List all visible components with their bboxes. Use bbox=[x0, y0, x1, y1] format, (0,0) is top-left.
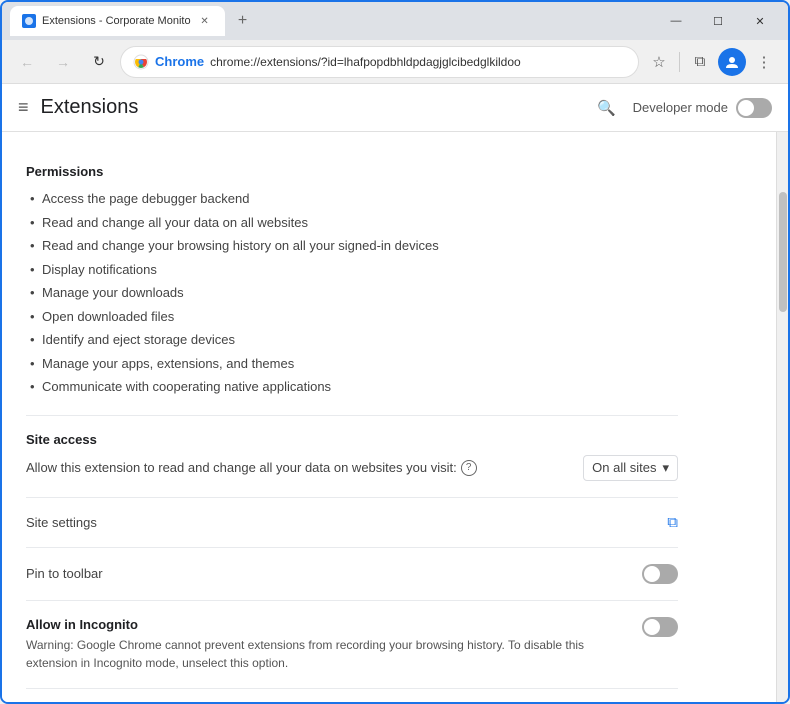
extensions-button[interactable]: ⧉ bbox=[686, 48, 714, 76]
search-icon[interactable]: 🔍 bbox=[593, 94, 621, 122]
address-text: chrome://extensions/?id=lhafpopdbhldpdag… bbox=[210, 55, 521, 69]
pin-toolbar-label: Pin to toolbar bbox=[26, 566, 103, 581]
chrome-brand-label: Chrome bbox=[155, 54, 204, 69]
profile-button[interactable] bbox=[718, 48, 746, 76]
permissions-list: Access the page debugger backend Read an… bbox=[26, 187, 678, 399]
toggle-knob bbox=[644, 566, 660, 582]
incognito-toggle[interactable] bbox=[642, 617, 678, 637]
site-settings-section: Site settings ⧉ bbox=[26, 498, 678, 548]
scrollbar-thumb[interactable] bbox=[779, 192, 787, 312]
extensions-header: ≡ Extensions 🔍 Developer mode bbox=[2, 84, 788, 132]
tab-favicon bbox=[22, 14, 36, 28]
list-item: Display notifications bbox=[26, 258, 678, 282]
content-area: Permissions Access the page debugger bac… bbox=[2, 132, 776, 702]
toggle-knob bbox=[644, 619, 660, 635]
window-controls: — ☐ ✕ bbox=[656, 7, 780, 35]
minimize-button[interactable]: — bbox=[656, 7, 696, 35]
site-settings-row: Site settings ⧉ bbox=[26, 514, 678, 531]
tab-title: Extensions - Corporate Monito bbox=[42, 15, 191, 27]
title-bar: Extensions - Corporate Monito ✕ + — ☐ ✕ bbox=[2, 2, 788, 40]
site-access-title: Site access bbox=[26, 432, 678, 447]
maximize-button[interactable]: ☐ bbox=[698, 7, 738, 35]
pin-toolbar-section: Pin to toolbar bbox=[26, 548, 678, 601]
site-access-row: Allow this extension to read and change … bbox=[26, 455, 678, 481]
navigation-bar: ← → ↻ Chrome chrome://extensions/?id=lha… bbox=[2, 40, 788, 84]
developer-mode-area: Developer mode bbox=[633, 98, 772, 118]
incognito-section: Allow in Incognito Warning: Google Chrom… bbox=[26, 601, 678, 689]
developer-mode-label: Developer mode bbox=[633, 100, 728, 115]
address-bar[interactable]: Chrome chrome://extensions/?id=lhafpopdb… bbox=[120, 46, 639, 78]
list-item: Read and change all your data on all web… bbox=[26, 211, 678, 235]
site-access-dropdown[interactable]: On all sites ▾ bbox=[583, 455, 678, 481]
list-item: Open downloaded files bbox=[26, 305, 678, 329]
chrome-logo-icon bbox=[133, 54, 149, 70]
incognito-text-block: Allow in Incognito Warning: Google Chrom… bbox=[26, 617, 642, 672]
site-settings-label: Site settings bbox=[26, 515, 97, 530]
back-button[interactable]: ← bbox=[12, 47, 42, 77]
list-item: Access the page debugger backend bbox=[26, 187, 678, 211]
help-icon[interactable]: ? bbox=[461, 460, 477, 476]
refresh-button[interactable]: ↻ bbox=[84, 47, 114, 77]
permissions-title: Permissions bbox=[26, 164, 678, 179]
toggle-knob bbox=[738, 100, 754, 116]
list-item: Manage your apps, extensions, and themes bbox=[26, 352, 678, 376]
bookmark-button[interactable]: ☆ bbox=[645, 48, 673, 76]
hamburger-menu-icon[interactable]: ≡ bbox=[18, 97, 29, 118]
scrollbar-track[interactable] bbox=[776, 132, 788, 702]
forward-button[interactable]: → bbox=[48, 47, 78, 77]
nav-right-icons: ☆ ⧉ ⋮ bbox=[645, 48, 778, 76]
site-access-description: Allow this extension to read and change … bbox=[26, 460, 575, 476]
tab-bar: Extensions - Corporate Monito ✕ + bbox=[10, 6, 650, 36]
list-item: Communicate with cooperating native appl… bbox=[26, 375, 678, 399]
file-urls-section: Allow access to file URLs bbox=[26, 689, 678, 703]
external-link-icon[interactable]: ⧉ bbox=[667, 514, 678, 531]
close-button[interactable]: ✕ bbox=[740, 7, 780, 35]
tab-close-button[interactable]: ✕ bbox=[197, 13, 213, 29]
active-tab[interactable]: Extensions - Corporate Monito ✕ bbox=[10, 6, 225, 36]
profile-icon bbox=[724, 54, 740, 70]
incognito-warning: Warning: Google Chrome cannot prevent ex… bbox=[26, 636, 602, 672]
list-item: Identify and eject storage devices bbox=[26, 328, 678, 352]
extension-detail: Permissions Access the page debugger bac… bbox=[2, 132, 702, 702]
permissions-section: Permissions Access the page debugger bac… bbox=[26, 148, 678, 416]
site-access-section: Site access Allow this extension to read… bbox=[26, 416, 678, 498]
new-tab-button[interactable]: + bbox=[229, 7, 257, 35]
incognito-row: Allow in Incognito Warning: Google Chrom… bbox=[26, 617, 678, 672]
browser-window: Extensions - Corporate Monito ✕ + — ☐ ✕ … bbox=[0, 0, 790, 704]
pin-toolbar-toggle[interactable] bbox=[642, 564, 678, 584]
list-item: Read and change your browsing history on… bbox=[26, 234, 678, 258]
pin-toolbar-row: Pin to toolbar bbox=[26, 564, 678, 584]
list-item: Manage your downloads bbox=[26, 281, 678, 305]
more-menu-button[interactable]: ⋮ bbox=[750, 48, 778, 76]
incognito-title: Allow in Incognito bbox=[26, 617, 642, 632]
page-title: Extensions bbox=[41, 96, 581, 119]
content-wrapper: Permissions Access the page debugger bac… bbox=[2, 132, 788, 702]
nav-separator bbox=[679, 52, 680, 72]
developer-mode-toggle[interactable] bbox=[736, 98, 772, 118]
